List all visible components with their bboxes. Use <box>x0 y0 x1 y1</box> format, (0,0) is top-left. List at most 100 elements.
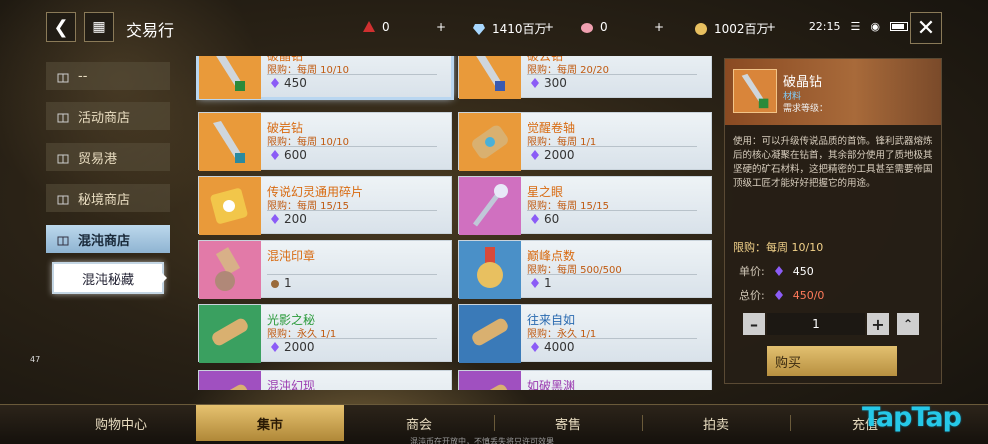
purchase-limit: 限购：每周 10/10 <box>733 241 824 254</box>
currency-gold: 1002百万 <box>694 20 769 37</box>
sidebar-item-trade-port[interactable]: 贸易港 <box>46 143 170 171</box>
brown-token-icon <box>271 280 279 288</box>
sidebar-item-placeholder[interactable]: -- <box>46 62 170 90</box>
add-shell-button[interactable]: + <box>654 20 664 34</box>
purple-gem-icon <box>271 150 279 160</box>
card-divider <box>527 146 697 147</box>
purple-gem-icon <box>271 78 279 88</box>
scroll-icon <box>199 371 261 390</box>
tab-auction[interactable]: 拍卖 <box>642 405 790 441</box>
wifi-icon: ☰ <box>850 20 861 33</box>
diamond-icon <box>473 23 485 35</box>
top-bar: ❮ ▦ 交易行 0 + 1410百万 + 0 + 1002百万 + 22:15 … <box>0 0 988 58</box>
card-divider <box>527 210 697 211</box>
card-divider <box>527 274 697 275</box>
purple-gem-icon <box>531 150 539 160</box>
back-button[interactable]: ❮ <box>46 12 76 42</box>
currency-shell: 0 <box>580 20 608 34</box>
card-divider <box>267 338 437 339</box>
item-card-drill-crystal[interactable]: 破晶钻 限购：每周 10/10 450 <box>196 56 454 100</box>
purple-gem-icon <box>774 266 783 276</box>
item-card-awaken-scroll[interactable]: 觉醒卷轴 限购：每周 1/1 2000 <box>458 112 712 171</box>
close-icon: ✕ <box>916 15 936 41</box>
item-price: 300 <box>529 76 567 90</box>
status-bar: 22:15 ☰ ◉ <box>809 20 908 33</box>
item-card-peak-points[interactable]: 巅峰点数 限购：每周 500/500 1 <box>458 240 712 299</box>
item-price: 200 <box>269 212 307 226</box>
page-title: 交易行 <box>126 21 175 40</box>
tab-shopping-center[interactable]: 购物中心 <box>46 405 196 441</box>
item-card-spirit-fragment[interactable]: 传说幻灵通用碎片 限购：每周 15/15 200 <box>198 176 452 235</box>
quantity-field[interactable]: 1 <box>767 313 865 335</box>
seal-stamp-icon <box>199 241 261 299</box>
decrease-button[interactable]: – <box>743 313 765 335</box>
add-diamond-button[interactable]: + <box>544 20 554 34</box>
unit-price-row: 单价: 450 <box>739 264 814 279</box>
total-price-row: 总价: 450/0 <box>739 288 825 303</box>
scroll-icon <box>199 305 261 363</box>
item-price: 1 <box>529 276 552 290</box>
drill-icon <box>199 113 261 171</box>
plus-icon: + <box>654 20 665 34</box>
item-card-chaos-seal[interactable]: 混沌印章 1 <box>198 240 452 299</box>
purple-gem-icon <box>531 342 539 352</box>
item-card-light-shadow-secret[interactable]: 光影之秘 限购：永久 1/1 2000 <box>198 304 452 363</box>
menu-button[interactable]: ▦ <box>84 12 114 42</box>
scroll-icon <box>459 113 521 171</box>
add-gold-button[interactable]: + <box>766 20 776 34</box>
buy-button[interactable]: 购买 <box>767 346 897 376</box>
max-button[interactable]: ⌃ <box>897 313 919 335</box>
item-grid: 破晶钻 限购：每周 10/10 450 破云钻 限购：每周 20/20 300 … <box>196 56 716 390</box>
minus-icon: – <box>750 314 758 334</box>
item-card-free-travel[interactable]: 往来自如 限购：永久 1/1 4000 <box>458 304 712 363</box>
item-card-break-abyss[interactable]: 如破黑渊 <box>458 370 712 390</box>
gift-icon <box>57 195 69 205</box>
increase-button[interactable]: + <box>867 313 889 335</box>
tab-market[interactable]: 集市 <box>196 405 344 441</box>
currency-diamond: 1410百万 <box>472 20 547 37</box>
purple-gem-icon <box>531 278 539 288</box>
purple-gem-icon <box>531 78 539 88</box>
gift-icon <box>57 236 69 246</box>
item-price: 2000 <box>529 148 575 162</box>
drill-icon <box>199 56 261 99</box>
pink-shell-icon <box>581 23 593 33</box>
clock: 22:15 <box>808 20 841 33</box>
sidebar-subitem-chaos-hoard[interactable]: 混沌秘藏 <box>52 262 167 294</box>
puzzle-piece-icon <box>199 177 261 235</box>
item-description: 使用：可以升级传说品质的首饰。锋利武器熔炼后的核心凝聚在钻首，其余部分使用了质地… <box>733 136 933 189</box>
chevron-up-icon: ⌃ <box>902 317 914 331</box>
network-icon: ◉ <box>870 20 880 33</box>
gift-icon <box>57 113 69 123</box>
gold-coin-icon <box>695 22 707 35</box>
item-price: 450 <box>269 76 307 90</box>
item-detail-panel: 破晶钻 材料 需求等级： 使用：可以升级传说品质的首饰。锋利武器熔炼后的核心凝聚… <box>724 58 942 384</box>
plus-icon: + <box>766 20 777 34</box>
gift-icon <box>57 73 69 83</box>
purple-gem-icon <box>271 342 279 352</box>
card-divider <box>267 74 437 75</box>
item-card-chaos-manifest[interactable]: 混沌幻现 <box>198 370 452 390</box>
item-card-drill-rock[interactable]: 破岩钻 限购：每周 10/10 600 <box>198 112 452 171</box>
add-red-crystal-button[interactable]: + <box>436 20 446 34</box>
purple-gem-icon <box>271 214 279 224</box>
scroll-icon <box>459 305 521 363</box>
detail-header: 破晶钻 材料 需求等级： <box>725 59 941 125</box>
currency-red-crystal: 0 <box>362 20 390 34</box>
sidebar-item-secret-shop[interactable]: 秘境商店 <box>46 184 170 212</box>
battery-icon <box>890 22 908 31</box>
item-card-star-eye[interactable]: 星之眼 限购：每周 15/15 60 <box>458 176 712 235</box>
drill-icon <box>733 69 777 113</box>
card-divider <box>267 274 437 275</box>
plus-icon: + <box>436 20 447 34</box>
item-card-drill-cloud[interactable]: 破云钻 限购：每周 20/20 300 <box>458 56 712 99</box>
purple-gem-icon <box>774 290 783 300</box>
quantity-stepper: – 1 + ⌃ <box>743 313 919 335</box>
level-indicator: 47 <box>30 355 41 364</box>
plus-icon: + <box>544 20 555 34</box>
sidebar-item-event-shop[interactable]: 活动商店 <box>46 102 170 130</box>
sidebar-item-chaos-shop[interactable]: 混沌商店 <box>46 225 170 253</box>
footer-tip: 混沌币在开放中，不慎丢失将只许可效果 <box>410 437 554 444</box>
drill-icon <box>459 56 521 99</box>
close-button[interactable]: ✕ <box>910 12 942 44</box>
